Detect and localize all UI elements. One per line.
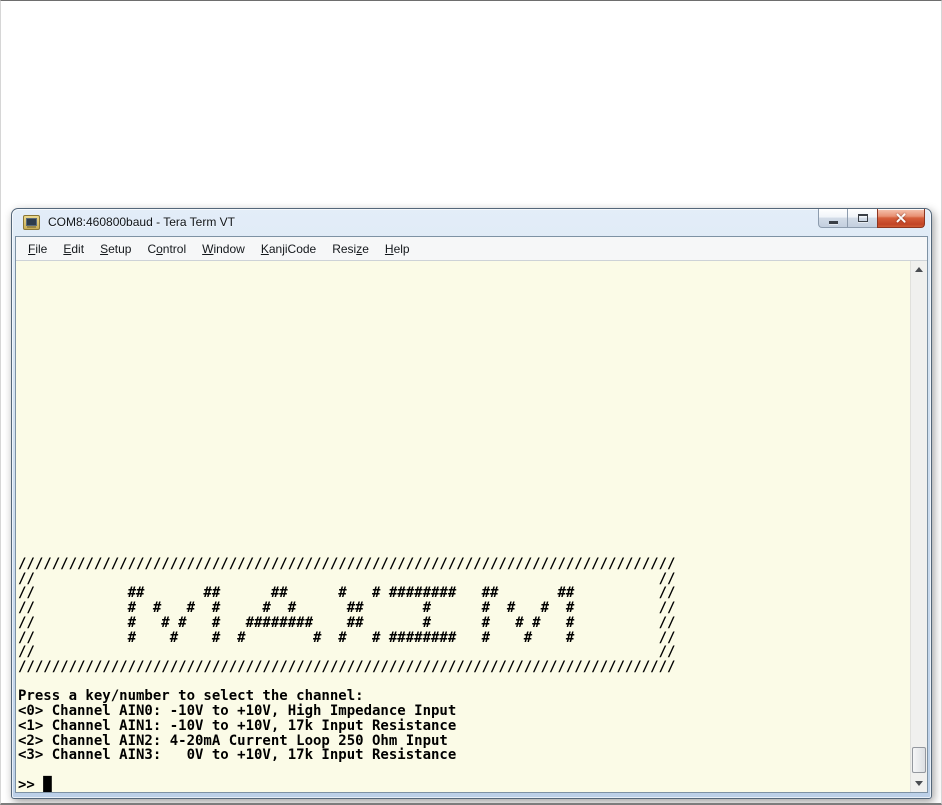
scroll-up-icon xyxy=(915,267,923,272)
scroll-up-button[interactable] xyxy=(911,261,927,278)
app-icon[interactable] xyxy=(23,215,40,230)
close-button[interactable] xyxy=(877,209,925,228)
terminal-client-area: ////////////////////////////////////////… xyxy=(16,261,927,792)
app-icon-screen xyxy=(26,218,37,226)
minimize-icon xyxy=(828,221,838,224)
menu-setup[interactable]: Setup xyxy=(92,239,139,259)
scrollbar[interactable] xyxy=(910,261,927,792)
menu-edit[interactable]: Edit xyxy=(55,239,92,259)
window-title: COM8:460800baud - Tera Term VT xyxy=(48,215,235,229)
menu-control[interactable]: Control xyxy=(139,239,194,259)
maximize-icon xyxy=(857,214,868,222)
menu-kanjicode[interactable]: KanjiCode xyxy=(253,239,324,259)
app-icon-base xyxy=(27,226,36,228)
terminal-window: COM8:460800baud - Tera Term VT File Edit… xyxy=(11,208,932,799)
scroll-down-icon xyxy=(915,781,923,786)
scroll-down-button[interactable] xyxy=(911,775,927,792)
menu-window[interactable]: Window xyxy=(194,239,253,259)
menu-file[interactable]: File xyxy=(20,239,55,259)
close-icon xyxy=(895,213,907,223)
menu-resize[interactable]: Resize xyxy=(324,239,377,259)
menubar: File Edit Setup Control Window KanjiCode… xyxy=(16,237,927,261)
titlebar[interactable]: COM8:460800baud - Tera Term VT xyxy=(12,209,931,236)
page-background: COM8:460800baud - Tera Term VT File Edit… xyxy=(0,0,942,805)
window-controls xyxy=(818,209,925,228)
terminal-output[interactable]: ////////////////////////////////////////… xyxy=(16,261,910,792)
maximize-button[interactable] xyxy=(848,209,877,228)
scrollbar-thumb[interactable] xyxy=(912,747,926,773)
window-client: File Edit Setup Control Window KanjiCode… xyxy=(15,236,928,793)
menu-help[interactable]: Help xyxy=(377,239,418,259)
minimize-button[interactable] xyxy=(818,209,848,228)
